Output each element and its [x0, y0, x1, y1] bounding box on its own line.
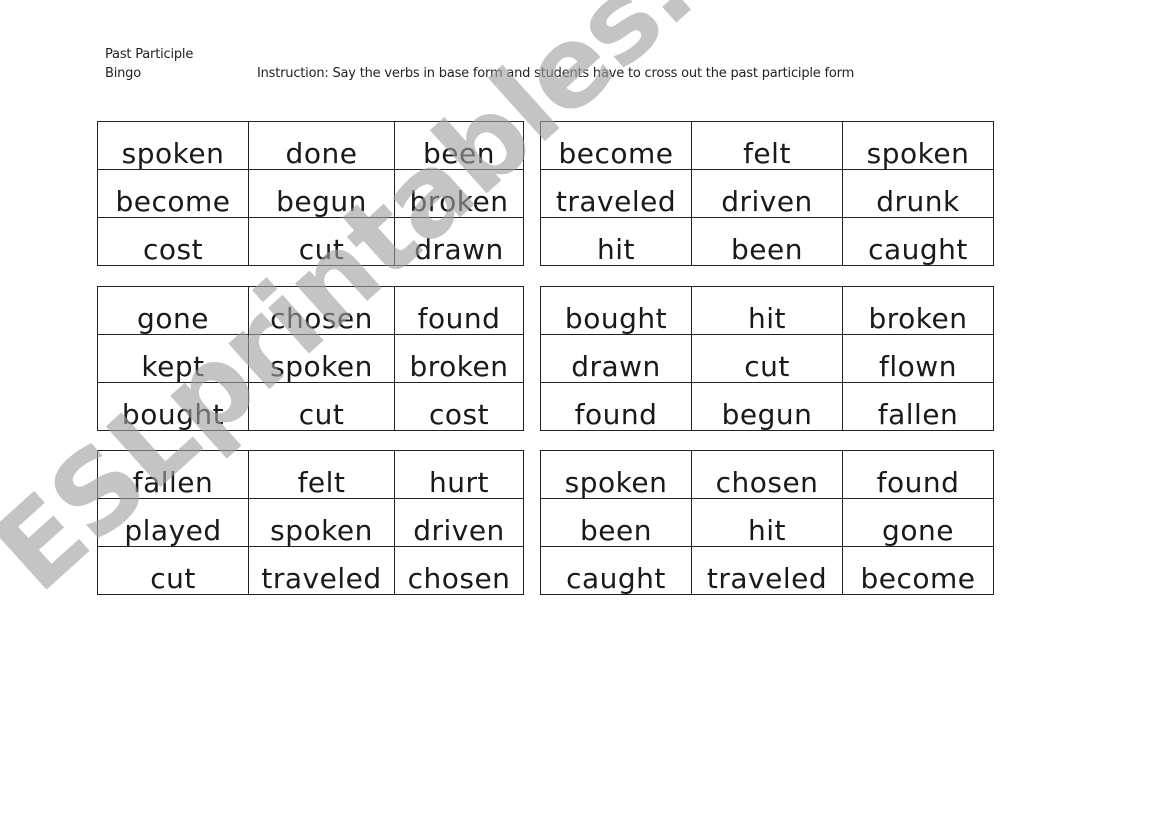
bingo-cell[interactable]: hit: [691, 286, 843, 335]
bingo-card-5: fallen felt hurt played spoken driven cu…: [97, 450, 524, 595]
bingo-row: traveled driven drunk: [540, 169, 994, 218]
bingo-cell[interactable]: chosen: [248, 286, 395, 335]
bingo-row: been hit gone: [540, 498, 994, 547]
worksheet-title-line-2: Bingo: [105, 66, 141, 81]
bingo-cell[interactable]: become: [540, 121, 692, 170]
bingo-cell[interactable]: cut: [97, 546, 249, 595]
bingo-cell[interactable]: cut: [248, 217, 395, 266]
bingo-card-4: bought hit broken drawn cut flown found …: [540, 286, 994, 431]
bingo-cell[interactable]: hit: [691, 498, 843, 547]
bingo-cell[interactable]: traveled: [248, 546, 395, 595]
bingo-row: gone chosen found: [97, 286, 524, 335]
bingo-row: become felt spoken: [540, 121, 994, 170]
bingo-cell[interactable]: fallen: [842, 382, 994, 431]
bingo-cell[interactable]: traveled: [540, 169, 692, 218]
bingo-cell[interactable]: broken: [394, 169, 524, 218]
bingo-card-2: become felt spoken traveled driven drunk…: [540, 121, 994, 266]
bingo-cell[interactable]: felt: [691, 121, 843, 170]
instruction-text: Instruction: Say the verbs in base form …: [257, 66, 855, 81]
bingo-row: hit been caught: [540, 217, 994, 266]
bingo-row: fallen felt hurt: [97, 450, 524, 499]
bingo-cell[interactable]: found: [842, 450, 994, 499]
bingo-row: drawn cut flown: [540, 334, 994, 383]
bingo-cell[interactable]: chosen: [691, 450, 843, 499]
bingo-cell[interactable]: spoken: [842, 121, 994, 170]
bingo-cell[interactable]: driven: [691, 169, 843, 218]
bingo-row: become begun broken: [97, 169, 524, 218]
bingo-row: spoken chosen found: [540, 450, 994, 499]
bingo-cell[interactable]: gone: [842, 498, 994, 547]
bingo-cell[interactable]: spoken: [248, 334, 395, 383]
bingo-cell[interactable]: been: [394, 121, 524, 170]
worksheet-title-line-1: Past Participle: [105, 47, 194, 62]
bingo-cell[interactable]: fallen: [97, 450, 249, 499]
bingo-cell[interactable]: caught: [842, 217, 994, 266]
bingo-cell[interactable]: spoken: [248, 498, 395, 547]
bingo-row: kept spoken broken: [97, 334, 524, 383]
bingo-cell[interactable]: cost: [394, 382, 524, 431]
bingo-cell[interactable]: played: [97, 498, 249, 547]
bingo-row: bought cut cost: [97, 382, 524, 431]
bingo-row: bought hit broken: [540, 286, 994, 335]
bingo-cell[interactable]: cut: [248, 382, 395, 431]
bingo-cell[interactable]: broken: [842, 286, 994, 335]
bingo-cell[interactable]: kept: [97, 334, 249, 383]
bingo-cell[interactable]: become: [97, 169, 249, 218]
bingo-cell[interactable]: flown: [842, 334, 994, 383]
bingo-cell[interactable]: chosen: [394, 546, 524, 595]
bingo-cell[interactable]: bought: [540, 286, 692, 335]
bingo-cell[interactable]: bought: [97, 382, 249, 431]
bingo-cell[interactable]: drawn: [394, 217, 524, 266]
bingo-cell[interactable]: driven: [394, 498, 524, 547]
bingo-cell[interactable]: gone: [97, 286, 249, 335]
bingo-cell[interactable]: become: [842, 546, 994, 595]
bingo-row: played spoken driven: [97, 498, 524, 547]
bingo-row: cut traveled chosen: [97, 546, 524, 595]
bingo-cell[interactable]: traveled: [691, 546, 843, 595]
bingo-cell[interactable]: been: [691, 217, 843, 266]
bingo-cell[interactable]: cut: [691, 334, 843, 383]
bingo-row: caught traveled become: [540, 546, 994, 595]
bingo-cell[interactable]: felt: [248, 450, 395, 499]
bingo-cell[interactable]: broken: [394, 334, 524, 383]
bingo-cell[interactable]: hurt: [394, 450, 524, 499]
bingo-row: cost cut drawn: [97, 217, 524, 266]
bingo-row: found begun fallen: [540, 382, 994, 431]
bingo-cell[interactable]: found: [540, 382, 692, 431]
bingo-cell[interactable]: spoken: [97, 121, 249, 170]
bingo-card-6: spoken chosen found been hit gone caught…: [540, 450, 994, 595]
bingo-cell[interactable]: drunk: [842, 169, 994, 218]
bingo-cell[interactable]: been: [540, 498, 692, 547]
bingo-cell[interactable]: spoken: [540, 450, 692, 499]
bingo-card-3: gone chosen found kept spoken broken bou…: [97, 286, 524, 431]
bingo-cell[interactable]: begun: [691, 382, 843, 431]
bingo-cell[interactable]: begun: [248, 169, 395, 218]
bingo-cell[interactable]: caught: [540, 546, 692, 595]
bingo-cell[interactable]: drawn: [540, 334, 692, 383]
bingo-cell[interactable]: done: [248, 121, 395, 170]
bingo-cell[interactable]: found: [394, 286, 524, 335]
bingo-row: spoken done been: [97, 121, 524, 170]
bingo-card-1: spoken done been become begun broken cos…: [97, 121, 524, 266]
bingo-cell[interactable]: hit: [540, 217, 692, 266]
bingo-cell[interactable]: cost: [97, 217, 249, 266]
